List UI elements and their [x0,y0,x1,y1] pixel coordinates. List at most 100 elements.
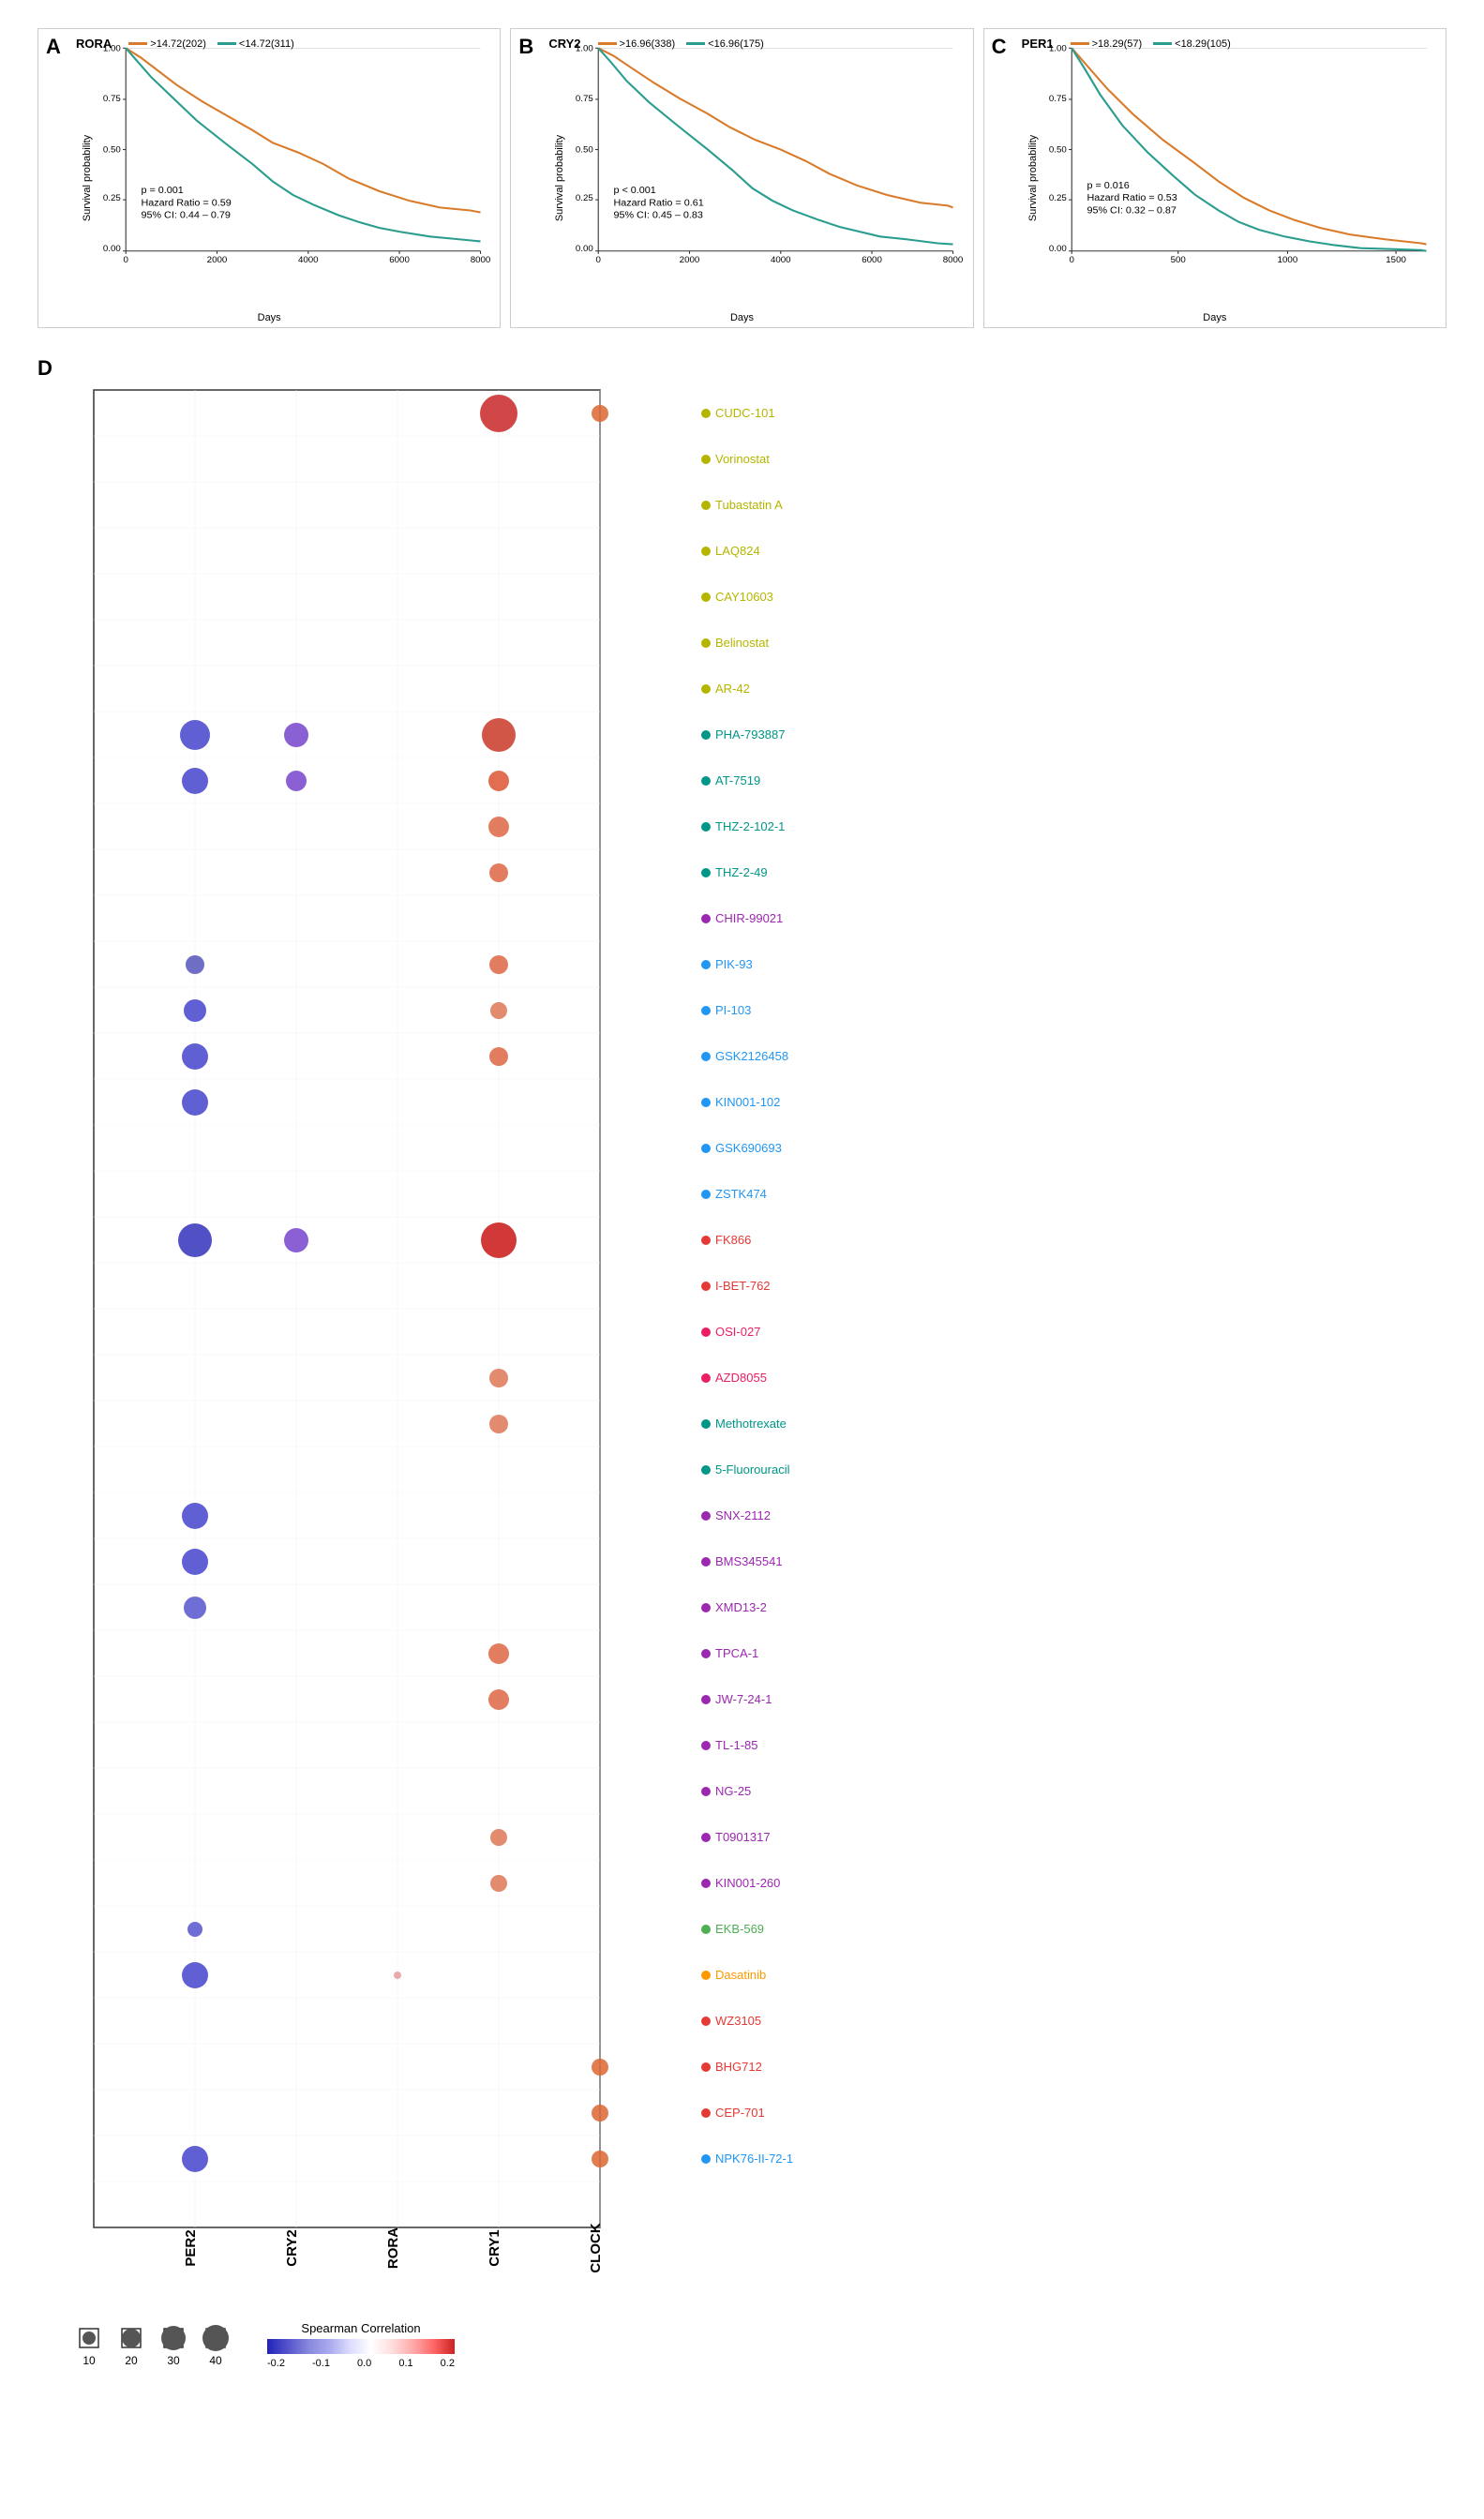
drug-name-33: EKB-569 [715,1922,764,1936]
drug-name-14: GSK2126458 [715,1049,788,1063]
drug-label-30: NG-25 [701,1768,793,1814]
legend-a-low-label: <14.72(311) [239,38,294,50]
drug-name-8: AT-7519 [715,773,760,787]
panel-c-x-label: Days [1203,312,1226,323]
svg-text:0.25: 0.25 [576,193,593,203]
drug-label-27: TPCA-1 [701,1630,793,1676]
drug-name-21: AZD8055 [715,1371,767,1385]
drug-name-7: PHA-793887 [715,727,785,742]
svg-text:0.50: 0.50 [103,145,121,156]
drug-label-15: KIN001-102 [701,1079,793,1125]
drug-name-11: CHIR-99021 [715,911,783,925]
dot [490,1829,507,1846]
legend-c-high: >18.29(57) [1071,37,1143,51]
drug-name-12: PIK-93 [715,957,753,971]
dot-icon-4 [701,592,711,602]
dot [182,1043,208,1070]
color-tick-01: 0.1 [398,2358,412,2369]
panel-a-legend: RORA >14.72(202) <14.72(311) [76,37,294,51]
size-item-10: 10 [75,2324,103,2367]
drug-name-9: THZ-2-102-1 [715,819,785,833]
drug-name-38: NPK76-II-72-1 [715,2152,793,2166]
color-legend-label: Spearman Correlation [301,2321,420,2335]
dot [284,1228,308,1252]
dot-icon-3 [701,547,711,556]
drug-name-6: AR-42 [715,682,750,696]
legend-a-high: >14.72(202) [128,37,206,51]
dot [488,817,509,837]
drug-label-11: CHIR-99021 [701,895,793,941]
panel-c-legend: PER1 >18.29(57) <18.29(105) [1022,37,1231,51]
svg-text:RORA: RORA [385,2227,401,2269]
dot-icon-11 [701,914,711,923]
drug-name-5: Belinostat [715,636,769,650]
svg-text:p < 0.001: p < 0.001 [614,185,656,196]
drug-name-28: JW-7-24-1 [715,1692,772,1706]
dot-icon-37 [701,2108,711,2118]
dot [182,2146,208,2172]
drug-name-35: WZ3105 [715,2014,761,2028]
drug-label-26: XMD13-2 [701,1584,793,1630]
legend-b-high: >16.96(338) [598,37,676,51]
drug-label-17: ZSTK474 [701,1171,793,1217]
drug-name-4: CAY10603 [715,590,773,604]
svg-text:0.50: 0.50 [576,145,593,156]
svg-text:CLOCK: CLOCK [588,2223,604,2272]
dot-icon-29 [701,1741,711,1750]
drug-label-32: KIN001-260 [701,1860,793,1906]
dot-icon-28 [701,1695,711,1704]
svg-text:CRY2: CRY2 [284,2229,300,2266]
dot [480,395,517,432]
size-label-10: 10 [82,2354,95,2367]
panel-a: A RORA >14.72(202) <14.72(311) [37,28,501,328]
main-container: A RORA >14.72(202) <14.72(311) [0,0,1484,2397]
drug-name-37: CEP-701 [715,2106,765,2120]
drug-label-28: JW-7-24-1 [701,1676,793,1722]
dot-icon-14 [701,1052,711,1061]
legend-b-high-line [598,42,617,45]
panel-c-y-label: Survival probability [1027,135,1039,221]
drug-name-20: OSI-027 [715,1325,760,1339]
dot [182,1089,208,1116]
dot [182,1962,208,1988]
size-icon-10 [75,2324,103,2352]
svg-text:Hazard Ratio = 0.53: Hazard Ratio = 0.53 [1087,192,1177,203]
panel-b-y-label: Survival probability [554,135,565,221]
panel-c-gene: PER1 [1022,37,1054,51]
dot [180,720,210,750]
svg-text:PER2: PER2 [183,2229,199,2266]
dot-icon-13 [701,1006,711,1015]
svg-text:6000: 6000 [862,255,883,265]
size-item-30: 30 [159,2324,187,2367]
dot-icon-20 [701,1327,711,1337]
dot [182,1549,208,1575]
size-item-20: 20 [117,2324,145,2367]
dot [592,2059,608,2076]
color-tick-minus01: -0.1 [312,2358,330,2369]
dot-icon-34 [701,1971,711,1980]
dot [481,1222,517,1258]
dot-icon-25 [701,1557,711,1567]
size-icon-30 [159,2324,187,2352]
dot-icon-18 [701,1236,711,1245]
panel-b-x-label: Days [730,312,754,323]
drug-label-16: GSK690693 [701,1125,793,1171]
panel-d: D [37,356,1447,2369]
drug-label-3: LAQ824 [701,528,793,574]
dot-icon-26 [701,1603,711,1612]
color-tick-0: 0.0 [357,2358,371,2369]
dot-icon-32 [701,1879,711,1888]
svg-text:p = 0.016: p = 0.016 [1087,180,1129,191]
drug-label-2: Tubastatin A [701,482,793,528]
dot-icon-38 [701,2154,711,2164]
size-legend: 10 20 30 [75,2324,230,2367]
svg-text:0: 0 [596,255,601,265]
drug-label-33: EKB-569 [701,1906,793,1952]
drug-label-6: AR-42 [701,666,793,712]
dot-icon-23 [701,1465,711,1475]
dot [592,2105,608,2122]
svg-text:0.75: 0.75 [1049,94,1067,104]
dot-icon-17 [701,1190,711,1199]
size-label-40: 40 [209,2354,221,2367]
legend-b-low: <16.96(175) [686,37,764,51]
